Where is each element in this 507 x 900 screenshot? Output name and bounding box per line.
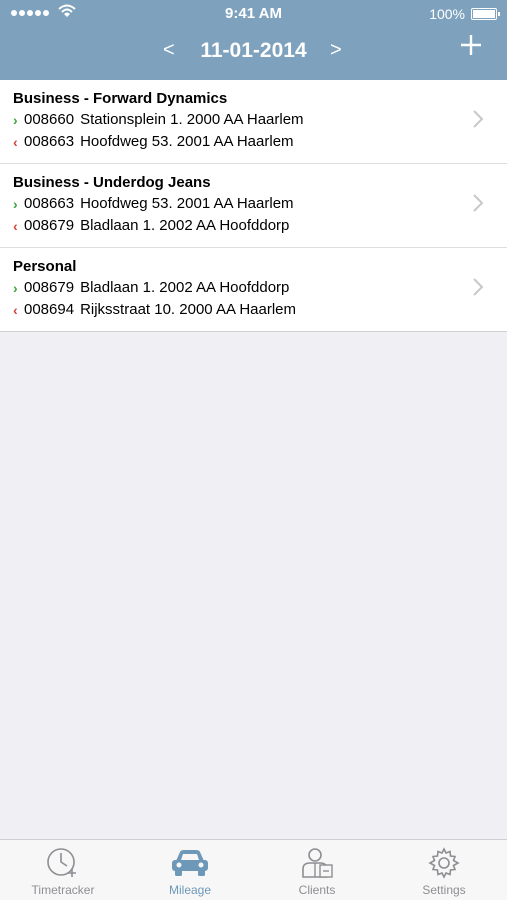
arrival-address: Bladlaan 1. 2002 AA Hoofddorp — [80, 217, 290, 234]
trip-title: Personal — [13, 258, 77, 275]
add-trip-button[interactable] — [459, 33, 483, 57]
tab-label: Mileage — [168, 883, 212, 897]
trip-row[interactable]: Business - Underdog Jeans › 008663 Hoofd… — [0, 164, 507, 248]
tab-clients[interactable]: Clients — [254, 840, 380, 900]
arrival-code: 008679 — [24, 217, 75, 234]
departure-arrow-icon: › — [13, 195, 18, 212]
tab-label: Clients — [298, 883, 336, 897]
gear-icon — [428, 847, 460, 879]
departure-address: Bladlaan 1. 2002 AA Hoofddorp — [80, 279, 290, 296]
battery-icon — [471, 8, 500, 20]
battery-percent: 100% — [429, 6, 465, 22]
arrival-arrow-icon: ‹ — [13, 217, 18, 234]
tab-label: Timetracker — [31, 883, 95, 897]
trip-arrival: ‹ 008679 Bladlaan 1. 2002 AA Hoofddorp — [13, 217, 289, 234]
trip-row[interactable]: Business - Forward Dynamics › 008660 Sta… — [0, 80, 507, 164]
trip-title: Business - Underdog Jeans — [13, 174, 211, 191]
arrival-address: Rijksstraat 10. 2000 AA Haarlem — [80, 301, 297, 318]
departure-address: Hoofdweg 53. 2001 AA Haarlem — [80, 195, 294, 212]
chevron-right-icon — [473, 278, 483, 296]
trip-departure: › 008679 Bladlaan 1. 2002 AA Hoofddorp — [13, 279, 289, 296]
trip-list: Business - Forward Dynamics › 008660 Sta… — [0, 80, 507, 332]
chevron-right-icon — [473, 194, 483, 212]
tab-label: Settings — [422, 883, 466, 897]
trip-arrival: ‹ 008663 Hoofdweg 53. 2001 AA Haarlem — [13, 133, 294, 150]
departure-arrow-icon: › — [13, 111, 18, 128]
arrival-address: Hoofdweg 53. 2001 AA Haarlem — [80, 133, 294, 150]
trip-arrival: ‹ 008694 Rijksstraat 10. 2000 AA Haarlem — [13, 301, 296, 318]
nav-bar: < 11-01-2014 > — [0, 33, 507, 71]
tab-settings[interactable]: Settings — [381, 840, 507, 900]
arrival-arrow-icon: ‹ — [13, 133, 18, 150]
current-date: 11-01-2014 — [200, 39, 307, 62]
car-icon — [172, 850, 208, 876]
tab-mileage[interactable]: Mileage — [127, 840, 253, 900]
departure-code: 008679 — [24, 279, 75, 296]
trip-row[interactable]: Personal › 008679 Bladlaan 1. 2002 AA Ho… — [0, 248, 507, 332]
trip-departure: › 008663 Hoofdweg 53. 2001 AA Haarlem — [13, 195, 294, 212]
departure-code: 008660 — [24, 111, 75, 128]
tab-bar: Timetracker Mileage Clients Settings — [0, 839, 507, 900]
next-date-button[interactable]: > — [330, 39, 342, 62]
arrival-code: 008663 — [24, 133, 75, 150]
clock-icon — [47, 848, 76, 877]
departure-arrow-icon: › — [13, 279, 18, 296]
header: 9:41 AM 100% < 11-01-2014 > — [0, 0, 507, 80]
arrival-arrow-icon: ‹ — [13, 301, 18, 318]
clients-icon — [302, 848, 333, 878]
departure-code: 008663 — [24, 195, 75, 212]
departure-address: Stationsplein 1. 2000 AA Haarlem — [80, 111, 304, 128]
trip-title: Business - Forward Dynamics — [13, 90, 228, 107]
status-bar: 9:41 AM 100% — [0, 0, 507, 28]
tab-timetracker[interactable]: Timetracker — [0, 840, 126, 900]
trip-departure: › 008660 Stationsplein 1. 2000 AA Haarle… — [13, 111, 304, 128]
arrival-code: 008694 — [24, 301, 75, 318]
chevron-right-icon — [473, 110, 483, 128]
